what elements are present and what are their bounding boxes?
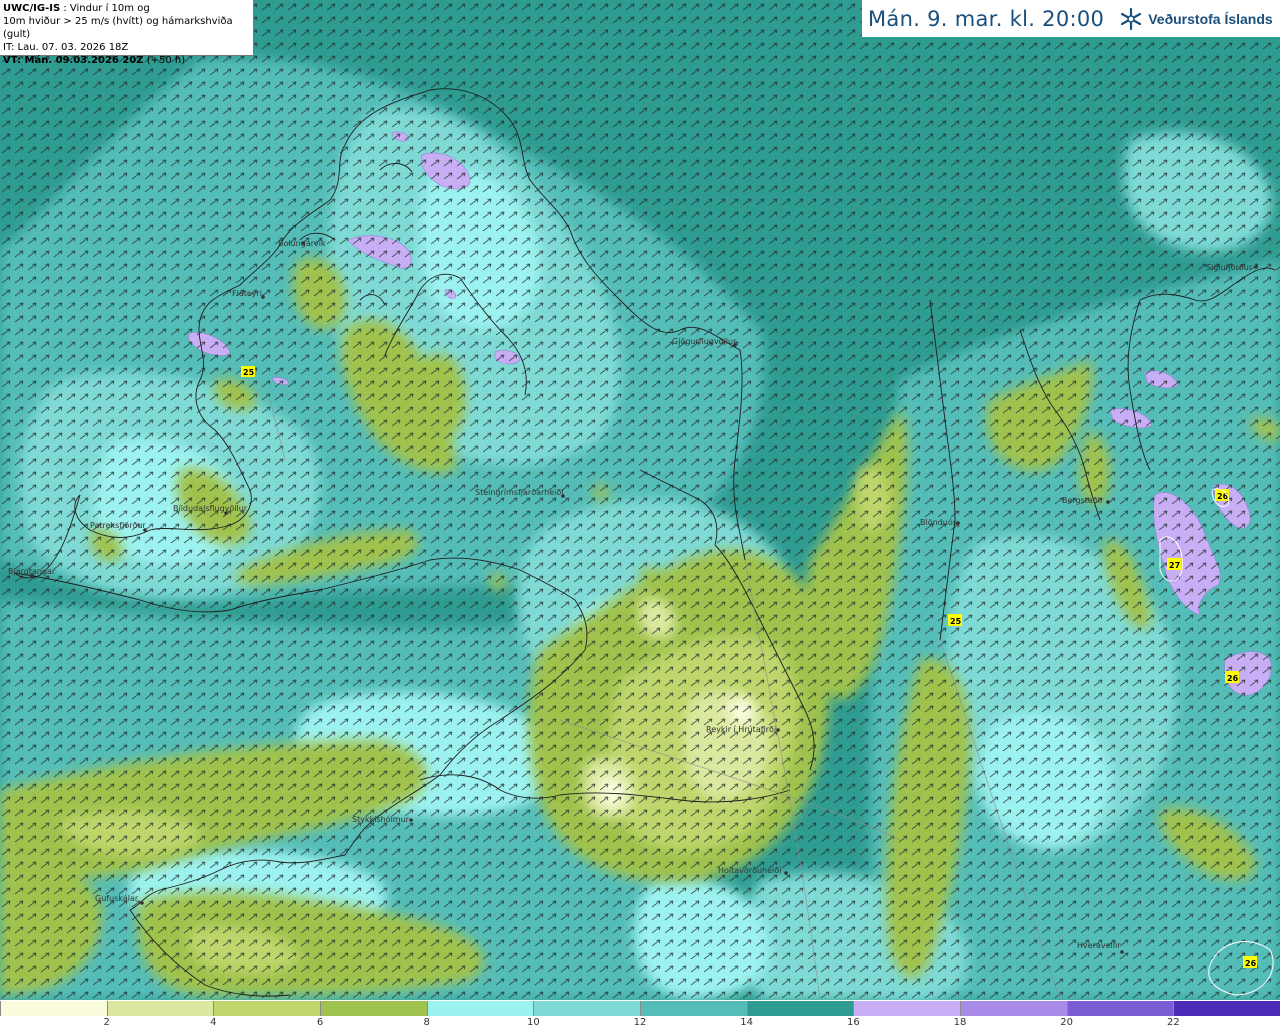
color-legend: 2 4 6 8 10 12 14 16 18 20 22: [0, 1000, 1280, 1030]
legend-swatch: [1173, 1001, 1280, 1016]
station-holtavorduheidi: Holtavörðuheiði: [718, 866, 788, 875]
svg-text:Bíldudalsflugvöllur: Bíldudalsflugvöllur: [173, 504, 248, 513]
svg-text:Reykir í Hrútafirði: Reykir í Hrútafirði: [706, 725, 776, 734]
svg-text:Bjargtangar: Bjargtangar: [8, 567, 56, 576]
station-steingrimsfjardarheidi: Steingrímsfjarðarheiði: [475, 488, 565, 498]
svg-text:26: 26: [1227, 674, 1239, 683]
logo-text: Veðurstofa Íslands: [1148, 10, 1273, 27]
station-stykkisholmur: Stykkishólmur: [352, 814, 413, 824]
svg-text:Holtavörðuheiði: Holtavörðuheiði: [718, 866, 781, 875]
legend-tick-label: 8: [423, 1017, 430, 1028]
legend-swatch: [0, 1001, 107, 1016]
station-siglufjordur: Siglufjörður: [1206, 263, 1258, 272]
station-bolungarvik: Bolungarvík: [278, 239, 326, 248]
gust-label: 26: [1225, 671, 1239, 683]
model-name: UWC/IG-IS: [3, 3, 61, 14]
svg-text:25: 25: [243, 368, 255, 377]
gust-label: 25: [948, 614, 962, 626]
info-line-1: UWC/IG-IS : Vindur í 10m og: [3, 2, 250, 15]
svg-text:Patreksfjörður: Patreksfjörður: [90, 521, 147, 530]
gust-label: 26: [1243, 956, 1257, 968]
legend-tick-label: 6: [316, 1017, 324, 1028]
legend-swatch: [213, 1001, 321, 1016]
svg-text:27: 27: [1169, 561, 1180, 570]
svg-text:Gjögurflugvöllur: Gjögurflugvöllur: [672, 337, 737, 346]
legend-tick-label: 14: [740, 1017, 754, 1028]
svg-text:Steingrímsfjarðarheiði: Steingrímsfjarðarheiði: [475, 488, 564, 497]
svg-text:Stykkishólmur: Stykkishólmur: [352, 814, 410, 824]
svg-text:Blönduós: Blönduós: [920, 517, 957, 527]
legend-tick-label: 2: [103, 1017, 110, 1028]
legend-tick-label: 20: [1060, 1017, 1074, 1028]
gust-label: 27: [1167, 558, 1181, 570]
init-time: IT: Lau. 07. 03. 2026 18Z: [3, 42, 129, 53]
legend-bar: [0, 1001, 1280, 1016]
legend-tick-label: 22: [1166, 1017, 1180, 1028]
svg-text:Bergstaðir: Bergstaðir: [1062, 496, 1104, 505]
legend-swatch: [426, 1001, 534, 1016]
station-flateyri: Flateyri: [232, 289, 265, 299]
legend-tick-label: 16: [846, 1017, 860, 1028]
gust-label: 25: [241, 366, 255, 377]
legend-swatch: [1066, 1001, 1174, 1016]
info-line-2: 10m hviður > 25 m/s (hvítt) og hámarkshv…: [3, 16, 233, 40]
forecast-info-box: UWC/IG-IS : Vindur í 10m og 10m hviður >…: [0, 0, 254, 66]
svg-text:Bolungarvík: Bolungarvík: [278, 239, 326, 248]
legend-tick-label: 12: [633, 1017, 647, 1028]
svg-text:Gufuskálar: Gufuskálar: [95, 894, 139, 903]
station-reykir: Reykir í Hrútafirði: [706, 725, 780, 734]
legend-swatch: [106, 1001, 214, 1016]
vedurstofa-logo-icon: [1121, 7, 1142, 30]
valid-time-line: VT: Mán. 09.03.2026 20Z (+50 h): [3, 54, 250, 67]
svg-text:26: 26: [1245, 959, 1257, 968]
legend-swatch: [640, 1001, 747, 1016]
legend-swatch: [746, 1001, 854, 1016]
legend-tick-label: 10: [526, 1017, 540, 1028]
legend-swatch: [853, 1001, 961, 1016]
station-bergstadir: Bergstaðir: [1062, 496, 1110, 505]
legend-tick-label: 4: [210, 1017, 217, 1028]
vedurstofa-logo[interactable]: Veðurstofa Íslands: [1118, 6, 1273, 32]
title-box: Mán. 9. mar. kl. 20:00 Veðurstofa Ísland…: [862, 0, 1280, 37]
legend-swatch: [960, 1001, 1067, 1016]
legend-tick-label: 18: [953, 1017, 967, 1028]
svg-text:Flateyri: Flateyri: [232, 289, 262, 298]
svg-text:Hveravellir: Hveravellir: [1077, 941, 1121, 950]
station-blonduos: Blönduós: [920, 517, 960, 527]
wind-map[interactable]: Bolungarvík Flateyri Patreksfjörður Bjar…: [0, 0, 1280, 1000]
info-line-1-rest: : Vindur í 10m og: [60, 3, 150, 14]
legend-swatch: [320, 1001, 427, 1016]
svg-text:26: 26: [1217, 492, 1229, 501]
lead-time: (+50 h): [143, 55, 186, 66]
valid-time-title: Mán. 9. mar. kl. 20:00: [868, 6, 1105, 31]
svg-text:25: 25: [950, 617, 962, 626]
legend-swatch: [533, 1001, 641, 1016]
valid-time: VT: Mán. 09.03.2026 20Z: [3, 55, 144, 66]
svg-text:Siglufjörður: Siglufjörður: [1206, 263, 1253, 272]
station-gjogur: Gjögurflugvöllur: [672, 337, 737, 347]
